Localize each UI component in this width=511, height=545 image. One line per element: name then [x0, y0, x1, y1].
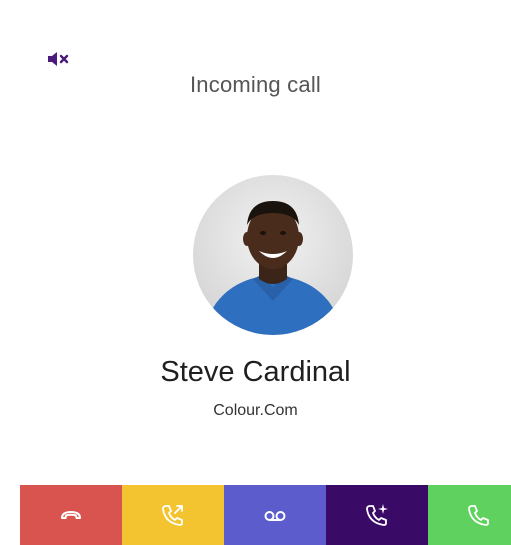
call-forward-icon — [162, 505, 183, 526]
call-actions-bar — [20, 485, 511, 545]
hang-up-icon — [61, 511, 81, 519]
call-status-title: Incoming call — [190, 72, 321, 97]
caller-organization: Colour.Com — [213, 402, 298, 419]
caller-photo — [203, 201, 343, 335]
call-sparkle-icon — [366, 504, 388, 526]
caller-name: Steve Cardinal — [160, 356, 351, 388]
accept-call-button[interactable] — [428, 485, 511, 545]
voicemail-icon — [264, 511, 286, 521]
phone-answer-icon — [468, 505, 489, 526]
smart-answer-button[interactable] — [326, 485, 428, 545]
forward-call-button[interactable] — [122, 485, 224, 545]
avatar — [193, 175, 353, 335]
decline-call-button[interactable] — [20, 485, 122, 545]
mute-button[interactable] — [46, 49, 72, 69]
voicemail-button[interactable] — [224, 485, 326, 545]
speaker-mute-icon — [48, 52, 69, 66]
